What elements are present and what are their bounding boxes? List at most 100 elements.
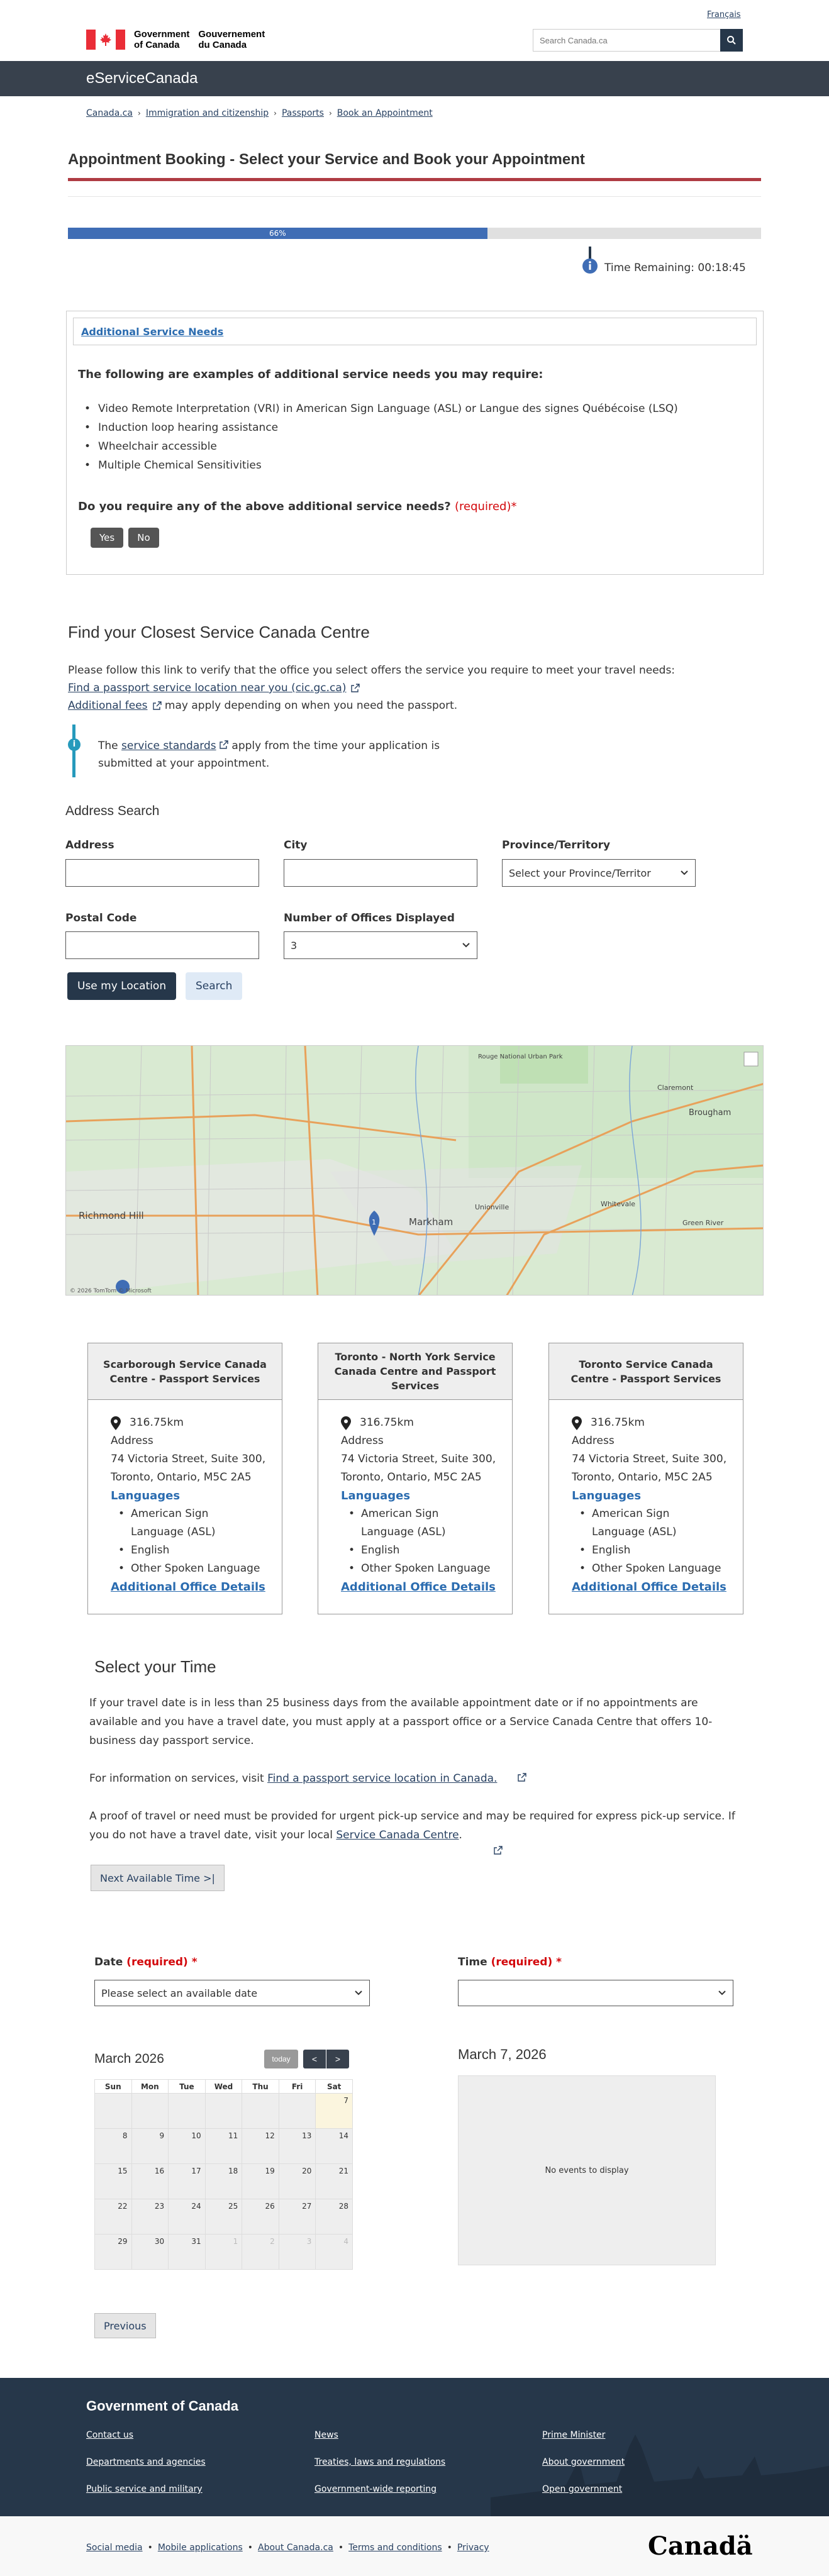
office-map[interactable]: Rouge National Urban Park Brougham Richm… [65,1045,764,1296]
list-item: American Sign Language (ASL) [118,1505,244,1541]
footer-link[interactable]: Government-wide reporting [314,2484,437,2494]
search-input[interactable] [533,29,720,52]
calendar-day-cell[interactable]: 20 [278,2163,316,2199]
calendar-day-cell[interactable]: 27 [278,2199,316,2235]
additional-fees-link[interactable]: Additional fees [68,697,148,714]
calendar-day-cell[interactable]: 23 [131,2199,169,2235]
calendar-day-cell[interactable]: 25 [204,2199,243,2235]
address-search-button[interactable]: Search [186,972,243,1000]
additional-office-details-link[interactable]: Additional Office Details [111,1580,265,1594]
progress-bar: 66% [68,228,761,239]
calendar-day-cell[interactable]: 26 [242,2199,279,2235]
calendar-day-cell[interactable]: 14 [315,2128,353,2164]
find-location-link[interactable]: Find a passport service location in Cana… [267,1772,497,1785]
gov-name-en: Government of Canada [134,29,190,50]
additional-office-details-link[interactable]: Additional Office Details [572,1580,726,1594]
sub-footer-link[interactable]: Social media [86,2543,143,2553]
calendar-today-button[interactable]: today [264,2050,298,2068]
sub-footer-link[interactable]: About Canada.ca [258,2543,333,2553]
calendar-next-button[interactable]: > [326,2050,349,2068]
location-pin-icon [111,1416,121,1430]
calendar-day-cell[interactable] [168,2093,206,2129]
calendar-day-cell[interactable]: 29 [94,2234,132,2270]
office-card[interactable]: Scarborough Service Canada Centre - Pass… [87,1343,282,1614]
calendar-day-cell[interactable]: 13 [278,2128,316,2164]
previous-button[interactable]: Previous [94,2313,156,2338]
office-name: Toronto Service Canada Centre - Passport… [549,1343,743,1400]
search-button[interactable] [720,29,743,52]
yes-button[interactable]: Yes [91,528,124,548]
calendar-day-cell[interactable] [94,2093,132,2129]
list-item: Other Spoken Language [579,1560,743,1578]
calendar-day-cell[interactable]: 31 [168,2234,206,2270]
address-label: Address [65,839,114,852]
province-select[interactable]: Select your Province/Territor [502,859,696,887]
canada-wordmark: Canadä [648,2531,753,2561]
address-label: Address [341,1435,384,1447]
sub-footer-link[interactable]: Privacy [457,2543,489,2553]
calendar-day-cell[interactable] [242,2093,279,2129]
calendar-day-cell[interactable]: 19 [242,2163,279,2199]
calendar-day-cell[interactable]: 24 [168,2199,206,2235]
additional-office-details-link[interactable]: Additional Office Details [341,1580,496,1594]
footer-link[interactable]: Treaties, laws and regulations [314,2457,445,2467]
calendar-day-cell[interactable]: 3 [278,2234,316,2270]
footer-link[interactable]: Departments and agencies [86,2457,206,2467]
footer-link[interactable]: About government [542,2457,625,2467]
breadcrumb-canada[interactable]: Canada.ca [86,108,133,118]
calendar-day-cell[interactable] [204,2093,243,2129]
service-standards-link[interactable]: service standards [121,740,216,752]
city-input[interactable] [284,859,477,887]
address-input[interactable] [65,859,259,887]
gov-canada-logo[interactable]: Government of Canada Gouvernement du Can… [86,29,265,50]
calendar-day-cell[interactable]: 9 [131,2128,169,2164]
calendar-day-cell[interactable]: 8 [94,2128,132,2164]
no-events-text: No events to display [545,2165,629,2175]
additional-service-needs-link[interactable]: Additional Service Needs [81,326,223,338]
postal-code-input[interactable] [65,931,259,959]
list-item: English [118,1541,282,1560]
calendar-day-cell[interactable]: 18 [204,2163,243,2199]
breadcrumb-passports[interactable]: Passports [282,108,324,118]
date-select[interactable]: Please select an available date [94,1980,370,2006]
calendar-day-cell[interactable] [278,2093,316,2129]
calendar-prev-button[interactable]: < [303,2050,326,2068]
calendar-day-cell[interactable]: 30 [131,2234,169,2270]
use-my-location-button[interactable]: Use my Location [67,972,177,1000]
calendar-day-cell[interactable] [131,2093,169,2129]
time-select[interactable] [458,1980,733,2006]
calendar-day-cell[interactable]: 7 [315,2093,353,2129]
office-card[interactable]: Toronto - North York Service Canada Cent… [318,1343,513,1614]
footer-link[interactable]: Prime Minister [542,2430,605,2440]
office-card[interactable]: Toronto Service Canada Centre - Passport… [548,1343,743,1614]
calendar-day-cell[interactable]: 4 [315,2234,353,2270]
calendar-day-cell[interactable]: 28 [315,2199,353,2235]
calendar-day-cell[interactable]: 12 [242,2128,279,2164]
calendar-day-cell[interactable]: 10 [168,2128,206,2164]
offices-count-select[interactable]: 3 [284,931,477,959]
next-available-time-button[interactable]: Next Available Time >| [91,1865,225,1891]
footer-link[interactable]: Contact us [86,2430,133,2440]
breadcrumb-immigration[interactable]: Immigration and citizenship [146,108,269,118]
sub-footer-link[interactable]: Terms and conditions [348,2543,442,2553]
sub-footer-link[interactable]: Mobile applications [158,2543,243,2553]
breadcrumb-book-appointment[interactable]: Book an Appointment [337,108,433,118]
service-canada-centre-link[interactable]: Service Canada Centre [336,1829,459,1841]
no-button[interactable]: No [128,528,159,548]
app-name[interactable]: eServiceCanada [86,70,198,87]
footer-link[interactable]: News [314,2430,338,2440]
calendar-day-cell[interactable]: 16 [131,2163,169,2199]
passport-location-link[interactable]: Find a passport service location near yo… [68,679,346,697]
calendar-day-cell[interactable]: 2 [242,2234,279,2270]
map-label: Brougham [689,1108,731,1118]
footer-link[interactable]: Public service and military [86,2484,203,2494]
calendar-day-cell[interactable]: 15 [94,2163,132,2199]
list-item: English [579,1541,743,1560]
footer-link[interactable]: Open government [542,2484,622,2494]
calendar-day-cell[interactable]: 17 [168,2163,206,2199]
calendar-day-cell[interactable]: 22 [94,2199,132,2235]
language-toggle-link[interactable]: Français [707,10,741,19]
calendar-day-cell[interactable]: 1 [204,2234,243,2270]
calendar-day-cell[interactable]: 11 [204,2128,243,2164]
calendar-day-cell[interactable]: 21 [315,2163,353,2199]
